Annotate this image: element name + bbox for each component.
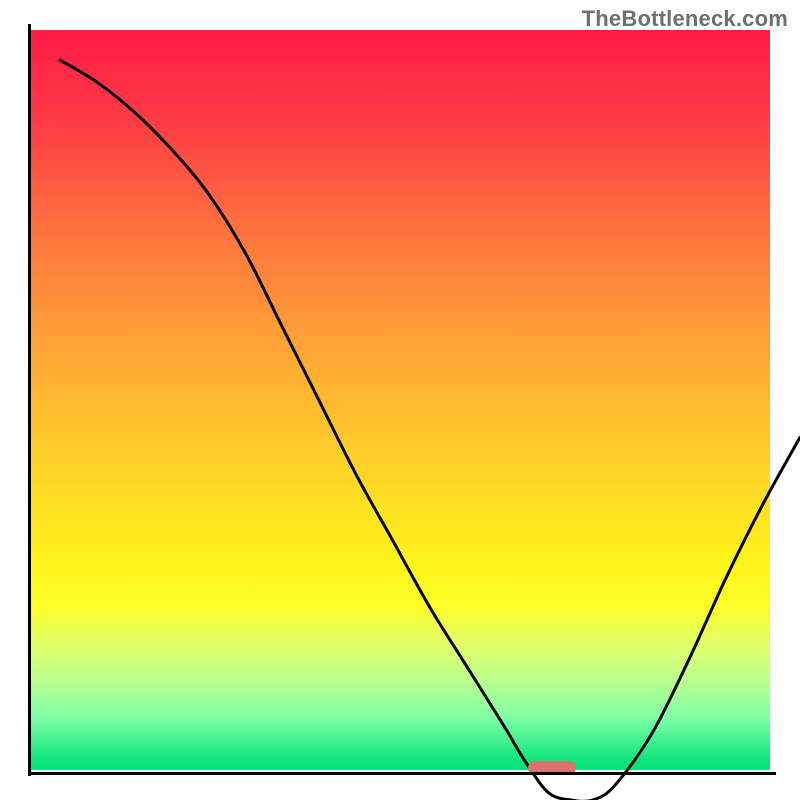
y-axis-line <box>28 24 31 776</box>
curve-svg <box>60 60 800 800</box>
bottleneck-curve <box>60 60 800 800</box>
x-axis-line <box>28 772 776 775</box>
plot-area <box>30 30 770 770</box>
watermark-text: TheBottleneck.com <box>582 6 788 32</box>
chart-root: TheBottleneck.com <box>0 0 800 800</box>
